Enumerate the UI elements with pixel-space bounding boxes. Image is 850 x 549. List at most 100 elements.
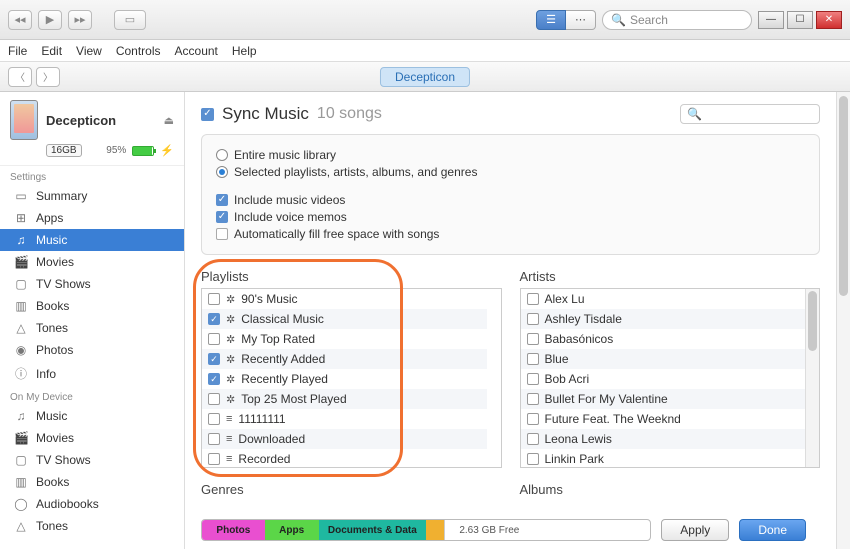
capacity-segment: [426, 520, 444, 540]
artist-checkbox[interactable]: [527, 453, 539, 465]
artist-row[interactable]: Bullet For My Valentine: [521, 389, 806, 409]
capacity-bar: PhotosAppsDocuments & Data2.63 GB Free: [201, 519, 651, 541]
capacity-segment: Apps: [265, 520, 319, 540]
sidebar-item-apps[interactable]: ⊞Apps: [0, 207, 184, 229]
include-memos-label: Include voice memos: [234, 210, 347, 224]
menu-edit[interactable]: Edit: [41, 44, 62, 58]
sidebar-item-summary[interactable]: ▭Summary: [0, 185, 184, 207]
back-button[interactable]: 〈: [8, 67, 32, 87]
playlist-checkbox[interactable]: [208, 333, 220, 345]
forward-button[interactable]: 〉: [36, 67, 60, 87]
artist-row[interactable]: Babasónicos: [521, 329, 806, 349]
sidebar-item-tv-shows[interactable]: ▢TV Shows: [0, 449, 184, 471]
playlist-row[interactable]: ✲My Top Rated: [202, 329, 487, 349]
radio-entire-library[interactable]: [216, 149, 228, 161]
artist-checkbox[interactable]: [527, 433, 539, 445]
sidebar-item-tv-shows[interactable]: ▢TV Shows: [0, 273, 184, 295]
device-pill[interactable]: Decepticon: [380, 67, 470, 87]
artists-scrollbar[interactable]: [805, 289, 819, 467]
artist-row[interactable]: Future Feat. The Weeknd: [521, 409, 806, 429]
playlist-row[interactable]: ≡Recorded: [202, 449, 487, 468]
artist-row[interactable]: Bob Acri: [521, 369, 806, 389]
sidebar-item-music[interactable]: ♫Music: [0, 405, 184, 427]
sidebar-icon: ♫: [14, 233, 28, 247]
sidebar-icon: ▢: [14, 453, 28, 467]
prev-track-button[interactable]: ◂◂: [8, 10, 32, 30]
include-videos-checkbox[interactable]: ✓: [216, 194, 228, 206]
artist-name: Future Feat. The Weeknd: [545, 412, 681, 426]
sidebar-item-movies[interactable]: 🎬Movies: [0, 427, 184, 449]
playlist-checkbox[interactable]: [208, 393, 220, 405]
radio-selected-items[interactable]: [216, 166, 228, 178]
artist-checkbox[interactable]: [527, 373, 539, 385]
inline-search-input[interactable]: 🔍: [680, 104, 820, 124]
artist-checkbox[interactable]: [527, 413, 539, 425]
play-button[interactable]: ▶: [38, 10, 62, 30]
playlist-checkbox[interactable]: [208, 453, 220, 465]
include-memos-checkbox[interactable]: ✓: [216, 211, 228, 223]
sidebar-item-music[interactable]: ♫Music: [0, 229, 184, 251]
menu-help[interactable]: Help: [232, 44, 257, 58]
artist-row[interactable]: Ashley Tisdale: [521, 309, 806, 329]
sidebar-item-movies[interactable]: 🎬Movies: [0, 251, 184, 273]
playlist-row[interactable]: ✲Top 25 Most Played: [202, 389, 487, 409]
menu-view[interactable]: View: [76, 44, 102, 58]
menu-controls[interactable]: Controls: [116, 44, 161, 58]
artist-checkbox[interactable]: [527, 393, 539, 405]
sidebar-item-books[interactable]: ▥Books: [0, 295, 184, 317]
playlist-checkbox[interactable]: ✓: [208, 373, 220, 385]
playlist-row[interactable]: ✓✲Classical Music: [202, 309, 487, 329]
eject-icon[interactable]: ⏏: [164, 114, 174, 127]
playlist-row[interactable]: ≡Downloaded: [202, 429, 487, 449]
playlist-row[interactable]: ✲90's Music: [202, 289, 487, 309]
sidebar-item-audiobooks[interactable]: ◯Audiobooks: [0, 493, 184, 515]
artist-row[interactable]: Alex Lu: [521, 289, 806, 309]
playlist-row[interactable]: ✓✲Recently Played: [202, 369, 487, 389]
minimize-button[interactable]: —: [758, 11, 784, 29]
done-button[interactable]: Done: [739, 519, 806, 541]
view-segmented-control[interactable]: ☰ ⋯: [536, 10, 596, 30]
sidebar-item-tones[interactable]: △Tones: [0, 515, 184, 537]
apply-button[interactable]: Apply: [661, 519, 729, 541]
close-button[interactable]: ✕: [816, 11, 842, 29]
playlist-row[interactable]: ≡11111111: [202, 409, 487, 429]
search-input[interactable]: 🔍 Search: [602, 10, 752, 30]
list-view-icon[interactable]: ☰: [536, 10, 566, 30]
artists-listbox[interactable]: Alex Lu Ashley Tisdale BabasónicosBlueBob …: [520, 288, 821, 468]
sidebar-icon: ⊞: [14, 211, 28, 225]
airplay-button[interactable]: ▭: [114, 10, 146, 30]
autofill-checkbox[interactable]: [216, 228, 228, 240]
sidebar-item-tones[interactable]: △Tones: [0, 317, 184, 339]
sidebar-item-label: Music: [36, 409, 67, 423]
nav-row: 〈 〉 Decepticon: [0, 62, 850, 92]
sidebar-section-settings: Settings: [0, 166, 184, 185]
artist-row[interactable]: Linkin Park: [521, 449, 806, 468]
sidebar: Decepticon ⏏ 16GB 95% ⚡ Settings ▭Summar…: [0, 92, 185, 549]
next-track-button[interactable]: ▸▸: [68, 10, 92, 30]
battery-icon: [132, 146, 154, 156]
sidebar-item-info[interactable]: ⓘInfo: [0, 361, 184, 386]
menu-file[interactable]: File: [8, 44, 27, 58]
sidebar-item-label: Summary: [36, 189, 87, 203]
sidebar-item-photos[interactable]: ◉Photos: [0, 339, 184, 361]
playlist-checkbox[interactable]: ✓: [208, 353, 220, 365]
artist-name: Ashley Tisdale: [545, 312, 622, 326]
maximize-button[interactable]: ☐: [787, 11, 813, 29]
playlists-listbox[interactable]: ✲90's Music✓✲Classical Music✲My Top Rate…: [201, 288, 502, 468]
content-scrollbar[interactable]: [836, 92, 850, 549]
artist-checkbox[interactable]: [527, 353, 539, 365]
playlist-checkbox[interactable]: ✓: [208, 313, 220, 325]
grid-view-icon[interactable]: ⋯: [566, 10, 596, 30]
artist-row[interactable]: Blue: [521, 349, 806, 369]
playlist-row[interactable]: ✓✲Recently Added: [202, 349, 487, 369]
sync-music-checkbox[interactable]: ✓: [201, 108, 214, 121]
artist-checkbox[interactable]: [527, 293, 539, 305]
artist-checkbox[interactable]: [527, 333, 539, 345]
playlist-checkbox[interactable]: [208, 413, 220, 425]
artist-row[interactable]: Leona Lewis: [521, 429, 806, 449]
artist-checkbox[interactable]: [527, 313, 539, 325]
sidebar-item-books[interactable]: ▥Books: [0, 471, 184, 493]
menu-account[interactable]: Account: [175, 44, 218, 58]
playlist-checkbox[interactable]: [208, 293, 220, 305]
playlist-checkbox[interactable]: [208, 433, 220, 445]
